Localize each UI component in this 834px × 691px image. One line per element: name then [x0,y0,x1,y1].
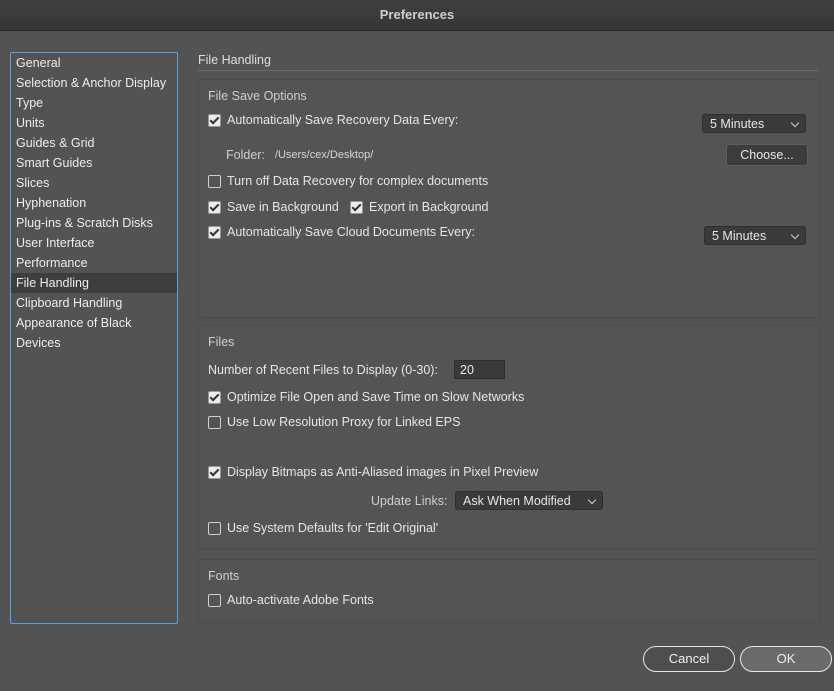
turn-off-recovery-check-icon [208,174,221,188]
cloud-save-interval-value: 5 Minutes [712,229,767,243]
chevron-down-icon [790,230,800,240]
auto-activate-fonts-check-icon [208,593,221,607]
recent-files-row: Number of Recent Files to Display (0-30)… [208,363,438,377]
turn-off-recovery-label: Turn off Data Recovery for complex docum… [227,174,489,188]
anti-alias-checkbox[interactable]: Display Bitmaps as Anti-Aliased images i… [208,465,538,479]
optimize-network-label: Optimize File Open and Save Time on Slow… [227,390,525,404]
fonts-title: Fonts [208,569,240,583]
files-title: Files [208,335,235,349]
auto-save-cloud-label: Automatically Save Cloud Documents Every… [227,225,476,239]
update-links-value: Ask When Modified [463,494,571,508]
system-defaults-check-icon [208,521,221,535]
anti-alias-label: Display Bitmaps as Anti-Aliased images i… [227,465,539,479]
sidebar-item-type[interactable]: Type [11,93,177,113]
save-background-check-icon [208,200,221,214]
system-defaults-checkbox[interactable]: Use System Defaults for 'Edit Original' [208,521,438,535]
auto-save-cloud-checkbox[interactable]: Automatically Save Cloud Documents Every… [208,225,475,239]
save-background-label: Save in Background [227,200,339,214]
sidebar-item-performance[interactable]: Performance [11,253,177,273]
sidebar-item-guides-grid[interactable]: Guides & Grid [11,133,177,153]
save-background-checkbox[interactable]: Save in Background [208,200,339,214]
chevron-down-icon [587,495,597,505]
sidebar-item-hyphenation[interactable]: Hyphenation [11,193,177,213]
update-links-row: Update Links: [371,494,447,508]
sidebar-item-file-handling[interactable]: File Handling [11,273,177,293]
page-title: File Handling [198,53,271,67]
folder-row: Folder: /Users/cex/Desktop/ [226,148,373,162]
recent-files-input[interactable]: 20 [454,360,505,379]
update-links-label: Update Links: [371,494,448,508]
sidebar-item-clipboard-handling[interactable]: Clipboard Handling [11,293,177,313]
sidebar-item-user-interface[interactable]: User Interface [11,233,177,253]
fonts-group: Fonts [198,559,820,623]
auto-save-recovery-checkbox[interactable]: Automatically Save Recovery Data Every: [208,113,458,127]
auto-save-interval-select[interactable]: 5 Minutes [702,114,806,133]
auto-activate-fonts-checkbox[interactable]: Auto-activate Adobe Fonts [208,593,374,607]
choose-folder-button[interactable]: Choose... [726,144,808,166]
file-save-options-title: File Save Options [208,89,307,103]
low-res-proxy-check-icon [208,415,221,429]
system-defaults-label: Use System Defaults for 'Edit Original' [227,521,439,535]
sidebar-item-plug-ins-scratch-disks[interactable]: Plug-ins & Scratch Disks [11,213,177,233]
low-res-proxy-label: Use Low Resolution Proxy for Linked EPS [227,415,461,429]
anti-alias-check-icon [208,465,221,479]
auto-activate-fonts-label: Auto-activate Adobe Fonts [227,593,374,607]
folder-path: /Users/cex/Desktop/ [274,149,374,161]
window-title: Preferences [0,0,834,31]
update-links-select[interactable]: Ask When Modified [455,491,603,510]
chevron-down-icon [790,118,800,128]
auto-save-recovery-label: Automatically Save Recovery Data Every: [227,113,459,127]
sidebar-item-general[interactable]: General [11,53,177,73]
optimize-network-checkbox[interactable]: Optimize File Open and Save Time on Slow… [208,390,524,404]
optimize-network-check-icon [208,390,221,404]
sidebar-item-selection-anchor-display[interactable]: Selection & Anchor Display [11,73,177,93]
sidebar-item-units[interactable]: Units [11,113,177,133]
section-divider [198,70,818,71]
export-background-label: Export in Background [369,200,489,214]
auto-save-recovery-check-icon [208,113,221,127]
auto-save-cloud-check-icon [208,225,221,239]
sidebar-item-smart-guides[interactable]: Smart Guides [11,153,177,173]
sidebar-item-slices[interactable]: Slices [11,173,177,193]
folder-label: Folder: [226,148,265,162]
auto-save-interval-value: 5 Minutes [710,117,765,131]
export-background-check-icon [350,200,363,214]
sidebar-item-appearance-of-black[interactable]: Appearance of Black [11,313,177,333]
recent-files-label: Number of Recent Files to Display (0-30)… [208,363,438,377]
cloud-save-interval-select[interactable]: 5 Minutes [704,226,806,245]
export-background-checkbox[interactable]: Export in Background [350,200,489,214]
files-group: Files [198,325,820,549]
turn-off-recovery-checkbox[interactable]: Turn off Data Recovery for complex docum… [208,174,488,188]
ok-button[interactable]: OK [740,646,832,672]
sidebar-item-devices[interactable]: Devices [11,333,177,353]
cancel-button[interactable]: Cancel [643,646,735,672]
preferences-sidebar: General Selection & Anchor Display Type Uni… [10,52,178,624]
low-res-proxy-checkbox[interactable]: Use Low Resolution Proxy for Linked EPS [208,415,460,429]
